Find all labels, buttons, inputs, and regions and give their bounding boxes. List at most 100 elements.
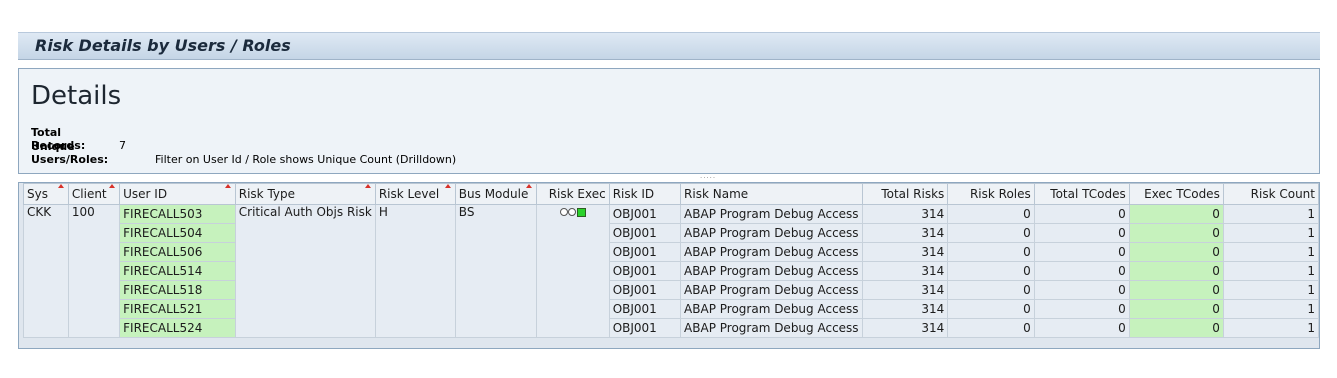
page-title: Risk Details by Users / Roles [35,36,291,55]
cell-user-id[interactable]: FIRECALL506 [119,242,236,262]
cell-exec-tcodes[interactable]: 0 [1128,223,1224,243]
cell-risk-roles[interactable]: 0 [947,318,1035,338]
cell-risk-name[interactable]: ABAP Program Debug Access [680,318,863,338]
cell-risk-count[interactable]: 1 [1222,299,1320,319]
cell-total-tcodes[interactable]: 0 [1033,242,1130,262]
page-title-bar: Risk Details by Users / Roles [18,32,1320,60]
splitter-handle[interactable]: ····· [700,175,720,182]
col-header-bus-module[interactable]: Bus Module [454,183,538,205]
col-header-sys[interactable]: Sys [23,183,69,205]
cell-risk-id[interactable]: OBJ001 [608,204,682,224]
col-header-risk-name[interactable]: Risk Name [680,183,863,205]
cell-total-risks[interactable]: 314 [861,318,949,338]
cell-total-tcodes[interactable]: 0 [1033,261,1130,281]
cell-user-id[interactable]: FIRECALL514 [119,261,236,281]
cell-risk-count[interactable]: 1 [1222,261,1320,281]
col-header-risk-type[interactable]: Risk Type [234,183,376,205]
details-heading: Details [31,81,122,111]
col-header-risk-roles[interactable]: Risk Roles [947,183,1035,205]
table-row[interactable]: FIRECALL521 OBJ001 ABAP Program Debug Acce… [24,299,1320,319]
cell-exec-tcodes[interactable]: 0 [1128,280,1224,300]
cell-risk-roles[interactable]: 0 [947,299,1035,319]
unique-users-label: Unique Users/Roles: [31,140,109,166]
cell-risk-count[interactable]: 1 [1222,204,1320,224]
cell-risk-exec[interactable] [536,204,610,338]
cell-bus-module[interactable]: BS [454,204,538,338]
unique-users-row: Unique Users/Roles: Filter on User Id / R… [31,140,456,166]
table-row[interactable]: FIRECALL514 OBJ001 ABAP Program Debug Acce… [24,261,1320,281]
cell-user-id[interactable]: FIRECALL503 [119,204,236,224]
cell-risk-count[interactable]: 1 [1222,242,1320,262]
col-header-user-id[interactable]: User ID [119,183,236,205]
risk-details-grid: Sys Client User ID Risk Type Risk Level … [18,182,1320,349]
cell-user-id[interactable]: FIRECALL518 [119,280,236,300]
col-header-client[interactable]: Client [67,183,121,205]
cell-total-risks[interactable]: 314 [861,299,949,319]
col-header-risk-level[interactable]: Risk Level [374,183,456,205]
cell-risk-id[interactable]: OBJ001 [608,261,682,281]
cell-total-tcodes[interactable]: 0 [1033,280,1130,300]
cell-total-risks[interactable]: 314 [861,204,949,224]
cell-exec-tcodes[interactable]: 0 [1128,299,1224,319]
cell-user-id[interactable]: FIRECALL521 [119,299,236,319]
unique-users-value: Filter on User Id / Role shows Unique Co… [155,153,457,166]
cell-risk-name[interactable]: ABAP Program Debug Access [680,223,863,243]
cell-total-risks[interactable]: 314 [861,242,949,262]
cell-total-tcodes[interactable]: 0 [1033,299,1130,319]
table-row[interactable]: FIRECALL504 OBJ001 ABAP Program Debug Acce… [24,223,1320,243]
details-panel: Details Total Records: 7 Unique Users/Rol… [18,68,1320,174]
table-row[interactable]: FIRECALL506 OBJ001 ABAP Program Debug Acce… [24,242,1320,262]
cell-total-tcodes[interactable]: 0 [1033,204,1130,224]
sort-ascending-icon [224,184,231,188]
cell-risk-name[interactable]: ABAP Program Debug Access [680,261,863,281]
cell-risk-count[interactable]: 1 [1222,280,1320,300]
cell-risk-id[interactable]: OBJ001 [608,223,682,243]
cell-client[interactable]: 100 [67,204,121,338]
cell-total-risks[interactable]: 314 [861,280,949,300]
cell-total-risks[interactable]: 314 [861,261,949,281]
traffic-light-green-icon [560,207,587,217]
col-header-total-risks[interactable]: Total Risks [861,183,949,205]
cell-risk-id[interactable]: OBJ001 [608,280,682,300]
cell-risk-roles[interactable]: 0 [947,261,1035,281]
cell-risk-level[interactable]: H [374,204,456,338]
cell-exec-tcodes[interactable]: 0 [1128,204,1224,224]
sort-ascending-icon [526,184,533,188]
cell-risk-name[interactable]: ABAP Program Debug Access [680,204,863,224]
cell-risk-id[interactable]: OBJ001 [608,242,682,262]
sort-ascending-icon [444,184,451,188]
table-row[interactable]: FIRECALL518 OBJ001 ABAP Program Debug Acce… [24,280,1320,300]
cell-risk-count[interactable]: 1 [1222,223,1320,243]
sort-ascending-icon [57,184,64,188]
cell-risk-count[interactable]: 1 [1222,318,1320,338]
cell-risk-roles[interactable]: 0 [947,242,1035,262]
sort-ascending-icon [109,184,116,188]
col-header-exec-tcodes[interactable]: Exec TCodes [1128,183,1224,205]
cell-exec-tcodes[interactable]: 0 [1128,261,1224,281]
col-header-total-tcodes[interactable]: Total TCodes [1033,183,1130,205]
table-row[interactable]: FIRECALL524 OBJ001 ABAP Program Debug Acce… [24,318,1320,338]
cell-total-tcodes[interactable]: 0 [1033,318,1130,338]
cell-user-id[interactable]: FIRECALL504 [119,223,236,243]
sort-ascending-icon [364,184,371,188]
table-header-row: Sys Client User ID Risk Type Risk Level … [23,183,1320,205]
cell-risk-name[interactable]: ABAP Program Debug Access [680,242,863,262]
col-header-risk-exec[interactable]: Risk Exec [536,183,610,205]
cell-sys[interactable]: CKK [23,204,69,338]
cell-exec-tcodes[interactable]: 0 [1128,242,1224,262]
cell-risk-roles[interactable]: 0 [947,280,1035,300]
col-header-risk-id[interactable]: Risk ID [608,183,682,205]
cell-risk-name[interactable]: ABAP Program Debug Access [680,280,863,300]
cell-total-tcodes[interactable]: 0 [1033,223,1130,243]
cell-risk-id[interactable]: OBJ001 [608,318,682,338]
cell-user-id[interactable]: FIRECALL524 [119,318,236,338]
cell-risk-type[interactable]: Critical Auth Objs Risk [234,204,376,338]
cell-risk-id[interactable]: OBJ001 [608,299,682,319]
cell-exec-tcodes[interactable]: 0 [1128,318,1224,338]
cell-risk-roles[interactable]: 0 [947,223,1035,243]
cell-risk-roles[interactable]: 0 [947,204,1035,224]
cell-risk-name[interactable]: ABAP Program Debug Access [680,299,863,319]
table-row[interactable]: CKK 100 FIRECALL503 Critical Auth Objs Risk… [23,204,1320,338]
col-header-risk-count[interactable]: Risk Count [1222,183,1320,205]
cell-total-risks[interactable]: 314 [861,223,949,243]
